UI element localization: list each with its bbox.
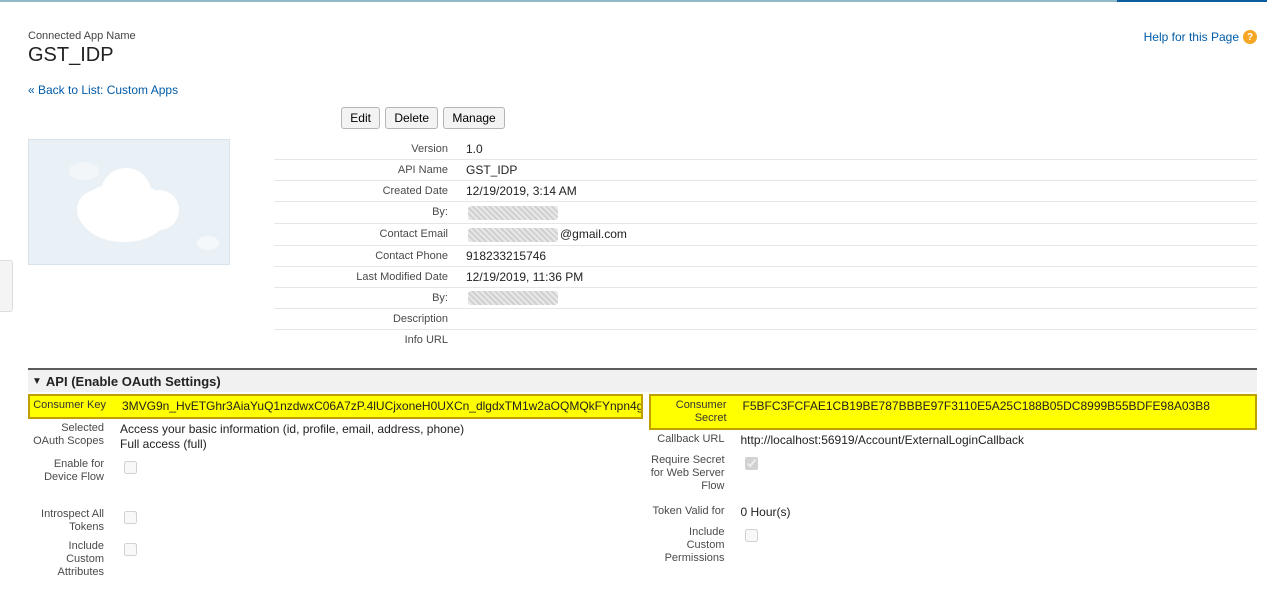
introspect-tokens-label: Introspect All Tokens — [28, 508, 120, 534]
api-name-label: API Name — [274, 161, 466, 179]
token-valid-value: 0 Hour(s) — [741, 505, 791, 520]
top-bar-accent — [1117, 0, 1267, 2]
version-value: 1.0 — [466, 139, 483, 159]
redacted — [468, 206, 558, 220]
back-to-list-link[interactable]: « Back to List: Custom Apps — [28, 83, 178, 97]
created-by-value — [466, 202, 560, 223]
modified-by-label: By: — [274, 289, 466, 307]
help-link-label: Help for this Page — [1144, 30, 1239, 44]
token-valid-label: Token Valid for — [649, 505, 741, 518]
edit-button[interactable]: Edit — [341, 107, 380, 129]
include-custom-attr-checkbox — [124, 543, 137, 556]
contact-phone-value: 918233215746 — [466, 246, 546, 266]
consumer-secret-value: F5BFC3FCFAE1CB19BE787BBBE97F3110E5A25C18… — [743, 399, 1210, 414]
info-url-label: Info URL — [274, 331, 466, 349]
introspect-tokens-checkbox — [124, 511, 137, 524]
require-secret-label: Require Secret for Web Server Flow — [649, 454, 741, 493]
last-modified-label: Last Modified Date — [274, 268, 466, 286]
contact-email-label: Contact Email — [274, 225, 466, 243]
oauth-scopes-label: Selected OAuth Scopes — [28, 422, 120, 448]
consumer-secret-label: Consumer Secret — [651, 399, 743, 425]
device-flow-checkbox — [124, 461, 137, 474]
consumer-key-value: 3MVG9n_HvETGhr3AiaYuQ1nzdwxC06A7zP.4lUCj… — [122, 399, 641, 414]
created-by-label: By: — [274, 203, 466, 221]
last-modified-value: 12/19/2019, 11:36 PM — [466, 267, 583, 287]
include-custom-attr-label: Include Custom Attributes — [28, 540, 120, 579]
callback-url-label: Callback URL — [649, 433, 741, 446]
require-secret-checkbox — [745, 457, 758, 470]
description-label: Description — [274, 310, 466, 328]
collapse-triangle-icon: ▼ — [32, 376, 42, 387]
page-subtitle: Connected App Name — [28, 30, 136, 42]
callback-url-value: http://localhost:56919/Account/ExternalL… — [741, 433, 1025, 448]
redacted — [468, 228, 558, 242]
include-custom-perm-label: Include Custom Permissions — [649, 526, 741, 565]
consumer-secret-row: Consumer Secret F5BFC3FCFAE1CB19BE787BBB… — [649, 394, 1258, 430]
consumer-key-label: Consumer Key — [30, 399, 122, 412]
contact-phone-label: Contact Phone — [274, 247, 466, 265]
manage-button[interactable]: Manage — [443, 107, 504, 129]
action-bar: Edit Delete Manage — [298, 107, 548, 129]
version-label: Version — [274, 140, 466, 158]
collapsed-sidebar[interactable] — [0, 260, 13, 312]
api-name-value: GST_IDP — [466, 160, 517, 180]
api-section-title: API (Enable OAuth Settings) — [46, 374, 221, 389]
consumer-key-row: Consumer Key 3MVG9n_HvETGhr3AiaYuQ1nzdwx… — [28, 394, 643, 419]
api-section-header[interactable]: ▼ API (Enable OAuth Settings) — [28, 368, 1257, 392]
created-date-label: Created Date — [274, 182, 466, 200]
page-title: GST_IDP — [28, 44, 136, 67]
details-table: Version 1.0 API Name GST_IDP Created Dat… — [274, 139, 1257, 350]
modified-by-value — [466, 288, 560, 309]
help-icon: ? — [1243, 30, 1257, 44]
contact-email-value: @gmail.com — [466, 224, 627, 245]
created-date-value: 12/19/2019, 3:14 AM — [466, 181, 577, 201]
redacted — [468, 291, 558, 305]
help-link[interactable]: Help for this Page ? — [1144, 30, 1257, 44]
include-custom-perm-checkbox — [745, 529, 758, 542]
device-flow-label: Enable for Device Flow — [28, 458, 120, 484]
oauth-scopes-value: Access your basic information (id, profi… — [120, 422, 464, 452]
app-logo — [28, 139, 230, 265]
delete-button[interactable]: Delete — [385, 107, 438, 129]
